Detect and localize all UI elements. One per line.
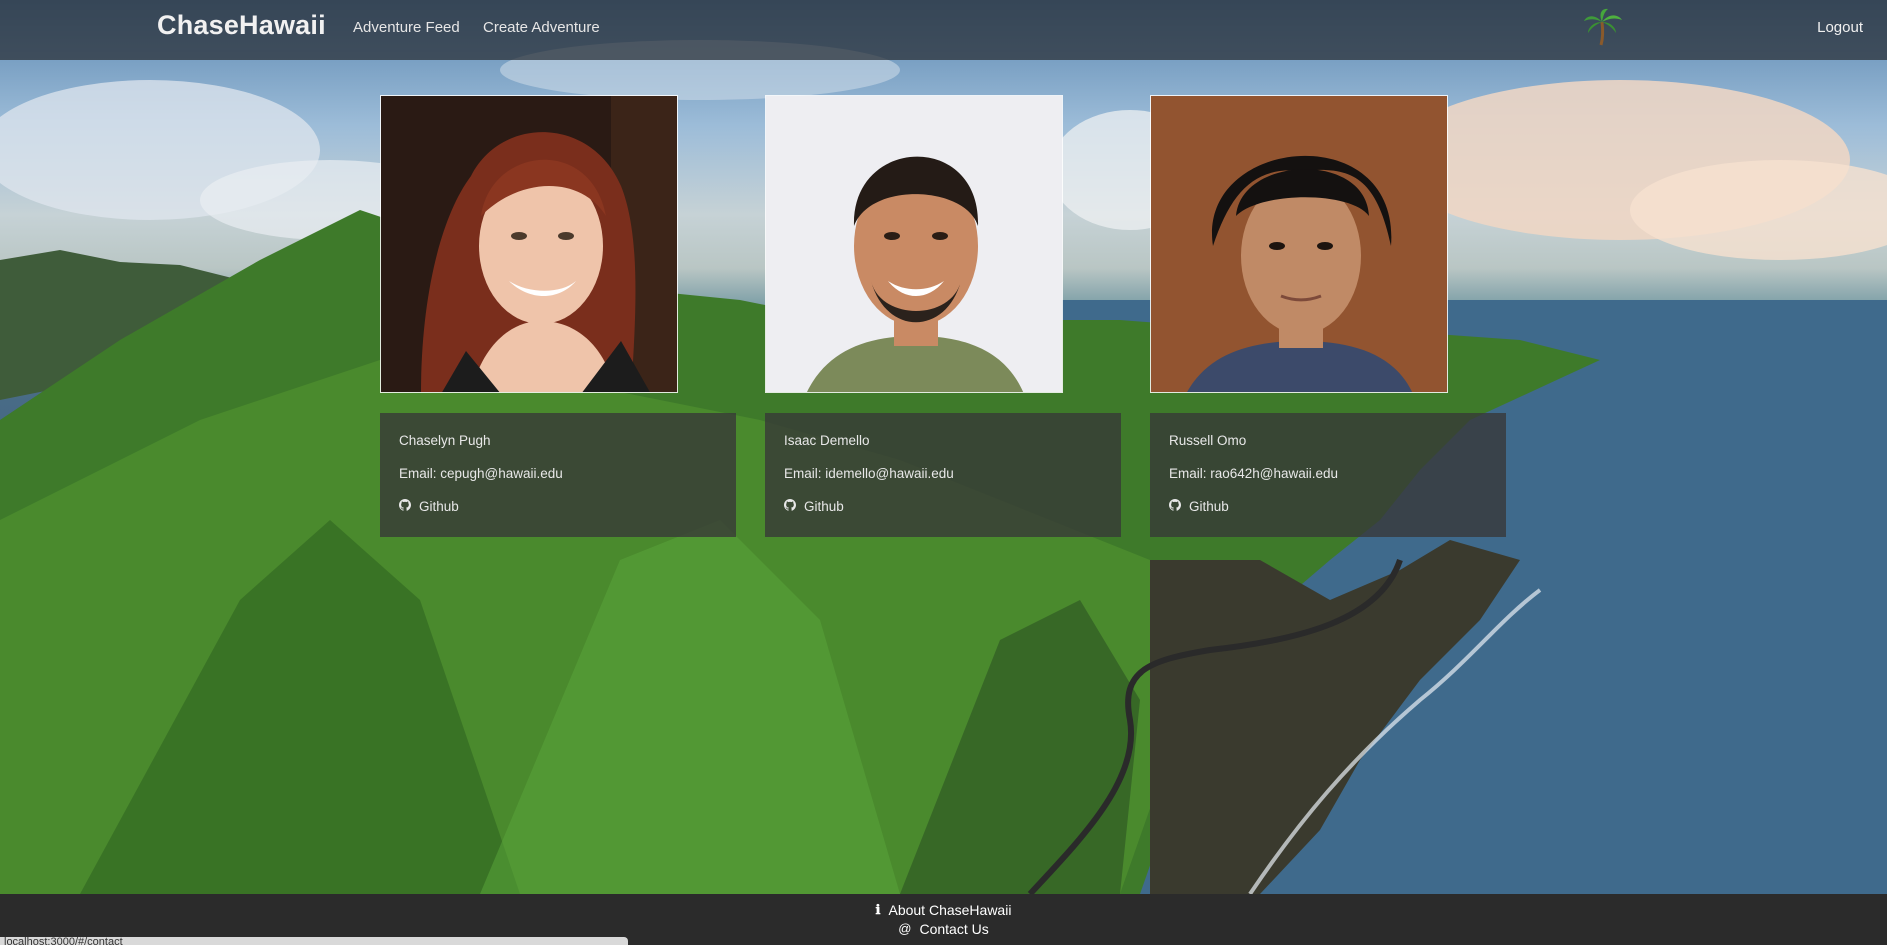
github-icon [784, 499, 796, 514]
team-member-card: Russell Omo Email: rao642h@hawaii.edu Gi… [1150, 95, 1506, 537]
brand-link[interactable]: ChaseHawaii [157, 10, 326, 41]
member-email: Email: idemello@hawaii.edu [784, 466, 954, 481]
member-email: Email: rao642h@hawaii.edu [1169, 466, 1339, 481]
palm-tree-icon [1583, 8, 1623, 51]
member-info-panel: Isaac Demello Email: idemello@hawaii.edu… [765, 413, 1121, 537]
about-link[interactable]: ℹ About ChaseHawaii [0, 900, 1887, 919]
about-label: About ChaseHawaii [888, 901, 1012, 918]
github-icon [399, 499, 411, 514]
member-info-panel: Russell Omo Email: rao642h@hawaii.edu Gi… [1150, 413, 1506, 537]
member-name: Isaac Demello [784, 433, 870, 448]
github-label: Github [804, 499, 844, 514]
nav-adventure-feed[interactable]: Adventure Feed [353, 19, 460, 36]
member-photo [380, 95, 678, 393]
github-label: Github [419, 499, 459, 514]
nav-create-adventure[interactable]: Create Adventure [483, 19, 600, 36]
github-icon [1169, 499, 1181, 514]
member-info-panel: Chaselyn Pugh Email: cepugh@hawaii.edu G… [380, 413, 736, 537]
contact-label: Contact Us [919, 920, 989, 937]
member-email: Email: cepugh@hawaii.edu [399, 466, 563, 481]
info-icon: ℹ [875, 901, 881, 917]
github-link[interactable]: Github [784, 499, 1102, 514]
at-sign-icon: @ [898, 921, 912, 936]
team-member-card: Isaac Demello Email: idemello@hawaii.edu… [765, 95, 1121, 537]
member-name: Chaselyn Pugh [399, 433, 491, 448]
github-link[interactable]: Github [399, 499, 717, 514]
logout-link[interactable]: Logout [1817, 19, 1863, 36]
github-link[interactable]: Github [1169, 499, 1487, 514]
top-navbar: ChaseHawaii Adventure Feed Create Advent… [0, 0, 1887, 60]
github-label: Github [1189, 499, 1229, 514]
team-member-card: Chaselyn Pugh Email: cepugh@hawaii.edu G… [380, 95, 736, 537]
member-name: Russell Omo [1169, 433, 1247, 448]
contact-link[interactable]: @ Contact Us [0, 919, 1887, 938]
browser-status-url: localhost:3000/#/contact [0, 937, 628, 945]
member-photo [1150, 95, 1448, 393]
member-photo [765, 95, 1063, 393]
